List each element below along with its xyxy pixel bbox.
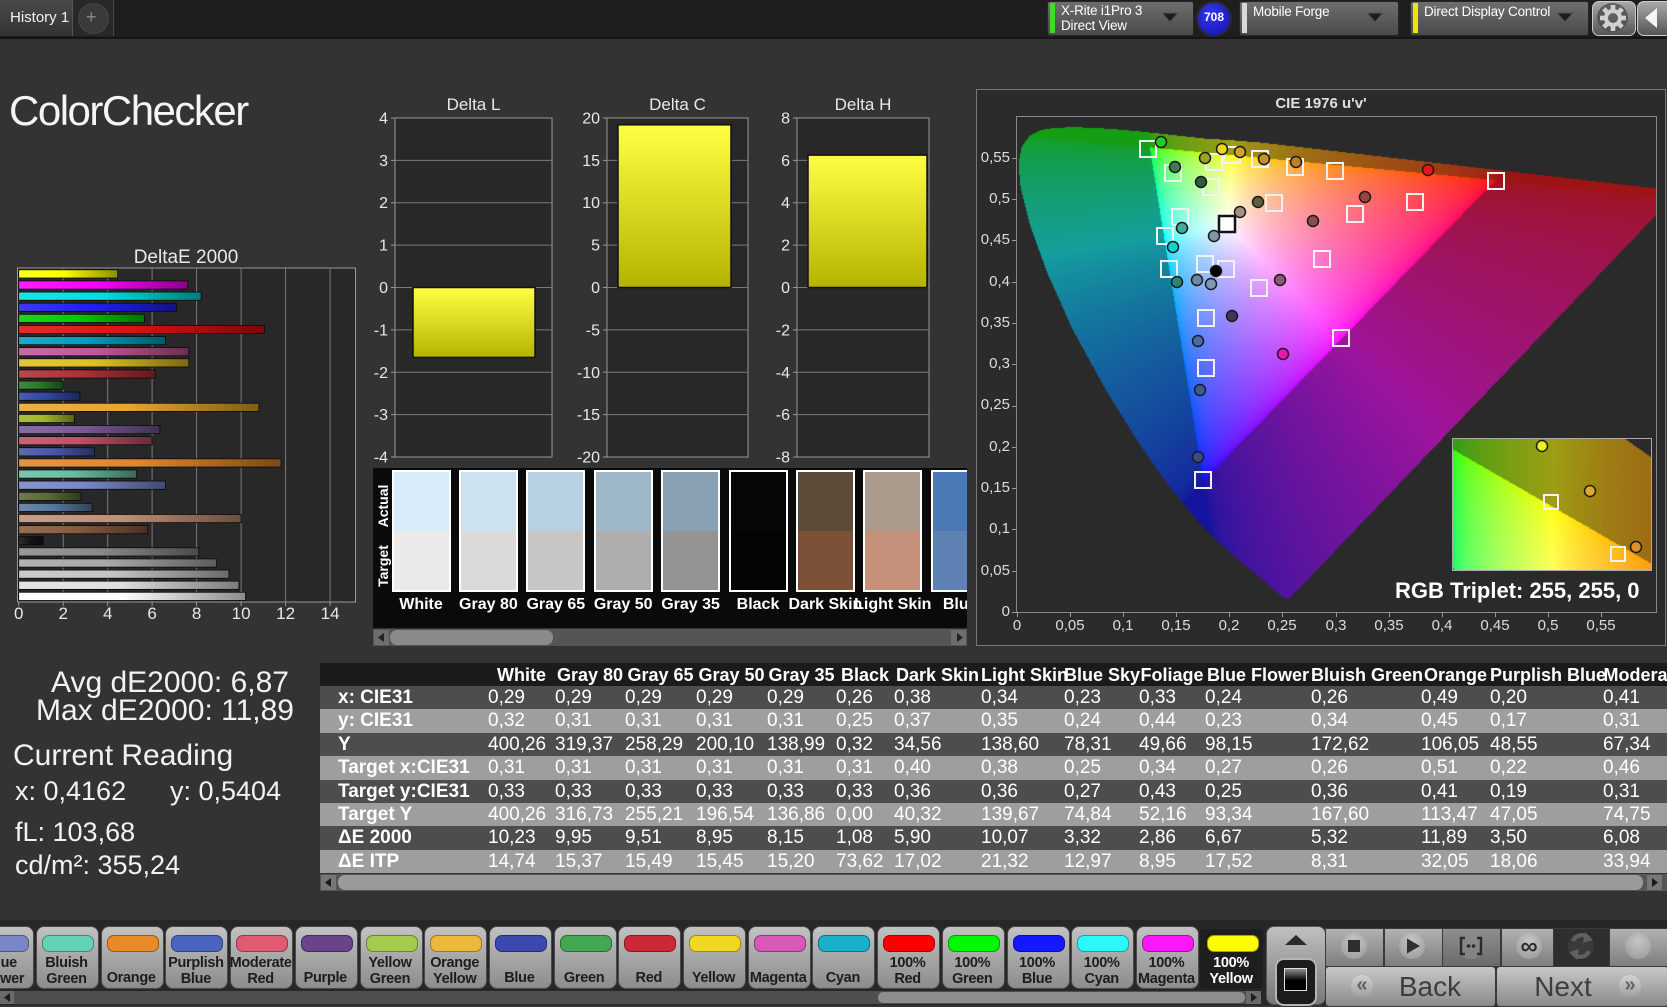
svg-text:8: 8 [781, 111, 790, 128]
svg-text:14: 14 [321, 604, 340, 623]
svg-text:10: 10 [582, 195, 600, 212]
svg-text:0: 0 [591, 280, 600, 297]
svg-text:6: 6 [147, 604, 156, 623]
svg-text:-2: -2 [374, 365, 388, 382]
svg-text:2: 2 [58, 604, 67, 623]
svg-text:1: 1 [379, 238, 388, 255]
svg-text:20: 20 [582, 111, 600, 128]
svg-text:4: 4 [781, 195, 790, 212]
svg-text:∞: ∞ [1520, 933, 1537, 960]
svg-text:10: 10 [232, 604, 251, 623]
svg-text:3: 3 [379, 153, 388, 170]
svg-text:-8: -8 [776, 450, 790, 466]
svg-text:-4: -4 [776, 365, 790, 382]
svg-text:-15: -15 [577, 407, 600, 424]
svg-text:-1: -1 [374, 322, 388, 339]
svg-text:0: 0 [14, 604, 23, 623]
svg-text:Delta L: Delta L [447, 96, 501, 114]
svg-text:0: 0 [379, 280, 388, 297]
svg-text:Delta H: Delta H [835, 96, 892, 114]
svg-text:15: 15 [582, 153, 600, 170]
svg-text:4: 4 [379, 111, 388, 128]
svg-text:5: 5 [591, 238, 600, 255]
svg-text:-3: -3 [374, 407, 388, 424]
svg-text:12: 12 [276, 604, 295, 623]
svg-text:-5: -5 [586, 322, 600, 339]
svg-text:-2: -2 [776, 322, 790, 339]
svg-text:-10: -10 [577, 365, 600, 382]
svg-text:8: 8 [192, 604, 201, 623]
svg-text:6: 6 [781, 153, 790, 170]
svg-text:-20: -20 [577, 450, 600, 466]
svg-text:4: 4 [103, 604, 112, 623]
svg-text:-4: -4 [374, 450, 388, 466]
svg-text:DeltaE 2000: DeltaE 2000 [134, 247, 239, 268]
svg-text:Delta C: Delta C [649, 96, 706, 114]
svg-text:2: 2 [379, 195, 388, 212]
svg-text:2: 2 [781, 238, 790, 255]
svg-text:0: 0 [781, 280, 790, 297]
svg-text:-6: -6 [776, 407, 790, 424]
